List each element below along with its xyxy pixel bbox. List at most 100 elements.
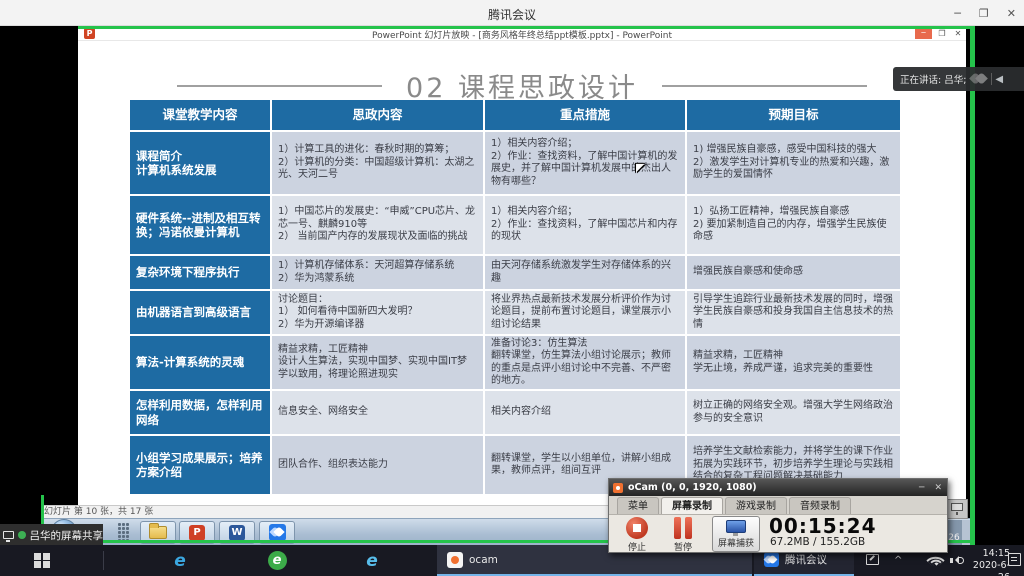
share-border-top — [78, 26, 975, 29]
meeting-task-icon — [764, 552, 779, 567]
meeting-titlebar: 腾讯会议 ─ ❐ ✕ — [0, 0, 1024, 26]
ocam-minimize-icon[interactable]: ─ — [914, 483, 929, 493]
ocam-window: oCam (0, 0, 1920, 1080) ─ ✕ 菜单屏幕录制游戏录制音频… — [608, 478, 948, 553]
table-cell: 精益求精，工匠精神 学无止境，养成严谨，追求完美的重要性 — [687, 336, 900, 389]
table-cell: 1) 增强民族自豪感，感受中国科技的强大 2）激发学生对计算机专业的热爱和兴趣，… — [687, 132, 900, 194]
ppt-restore-icon[interactable]: ❐ — [936, 29, 948, 38]
meeting-app-icon — [269, 524, 286, 541]
meeting-task-label: 腾讯会议 — [785, 552, 827, 567]
screen-share-icon — [3, 531, 14, 539]
presenter-view-icon — [951, 503, 963, 511]
meeting-window-controls: ─ ❐ ✕ — [954, 0, 1016, 26]
ie-icon: e — [366, 551, 378, 571]
stop-label: 停止 — [617, 540, 657, 553]
divider — [991, 73, 992, 85]
edge-taskbar-button[interactable]: e — [160, 545, 200, 576]
table-header-cell: 预期目标 — [687, 100, 900, 130]
folder-icon — [149, 526, 167, 539]
minimize-icon[interactable]: ─ — [954, 7, 961, 20]
table-cell: 相关内容介绍 — [485, 391, 685, 434]
browser-360-icon: e — [268, 551, 287, 570]
clock-time: 14:15 — [966, 548, 1010, 560]
table-cell: 树立正确的网络安全观。增强大学生网络政治参与的安全意识 — [687, 391, 900, 434]
ocam-titlebar: oCam (0, 0, 1920, 1080) ─ ✕ — [609, 479, 947, 496]
wifi-icon[interactable] — [928, 554, 944, 567]
ocam-close-icon[interactable]: ✕ — [929, 483, 947, 493]
edge-icon: e — [174, 551, 186, 571]
row-header-cell: 小组学习成果展示；培养方案介绍 — [130, 436, 270, 494]
ocam-tab-bar: 菜单屏幕录制游戏录制音频录制 — [609, 496, 947, 515]
stop-button[interactable]: 停止 — [617, 517, 657, 553]
table-header-cell: 重点措施 — [485, 100, 685, 130]
table-cell: 1）计算工具的进化：春秋时期的算筹； 2）计算机的分类：中国超级计算机：太湖之光… — [272, 132, 483, 194]
table-cell: 信息安全、网络安全 — [272, 391, 483, 434]
title-divider-left — [177, 85, 382, 87]
table-header-cell: 思政内容 — [272, 100, 483, 130]
table-cell: 团队合作、组织表达能力 — [272, 436, 483, 494]
slide-canvas: 02 课程思政设计 课堂教学内容思政内容重点措施预期目标课程简介 计算机系统发展… — [78, 41, 966, 516]
ocam-tab[interactable]: 屏幕录制 — [661, 497, 723, 514]
close-icon[interactable]: ✕ — [1007, 7, 1016, 20]
ocam-window-title: oCam (0, 0, 1920, 1080) — [628, 482, 914, 493]
row-header-cell: 怎样利用数据，怎样利用网络 — [130, 391, 270, 434]
table-cell: 讨论题目： 1） 如何看待中国新四大发明？ 2）华为开源编译器 — [272, 291, 483, 334]
share-banner: 吕华的屏幕共享 — [0, 524, 103, 546]
ocam-tab[interactable]: 游戏录制 — [725, 497, 787, 514]
desktop-screen: 腾讯会议 ─ ❐ ✕ P PowerPoint 幻灯片放映 - [商务风格年终总… — [0, 0, 1024, 576]
powerpoint-window-title: PowerPoint 幻灯片放映 - [商务风格年终总结ppt模板.pptx] … — [78, 28, 966, 41]
row-header-cell: 算法-计算系统的灵魂 — [130, 336, 270, 389]
row-header-cell: 由机器语言到高级语言 — [130, 291, 270, 334]
share-border-right — [970, 26, 975, 545]
mouse-cursor-icon: ◤ — [636, 161, 644, 174]
meeting-logo-icon — [970, 72, 990, 86]
stop-icon — [626, 517, 648, 539]
volume-icon[interactable] — [950, 555, 964, 566]
ocam-tab[interactable]: 音频录制 — [789, 497, 851, 514]
table-cell: 增强民族自豪感和使命感 — [687, 256, 900, 289]
meeting-window-title: 腾讯会议 — [0, 6, 1024, 23]
taskbar-clock[interactable]: 14:15 2020-6-26 — [966, 548, 1010, 576]
ocam-tab[interactable]: 菜单 — [617, 497, 659, 514]
browser-360-taskbar-button[interactable]: e — [257, 545, 297, 576]
pause-icon — [674, 517, 692, 539]
table-cell: 由天河存储系统激发学生对存储体系的兴趣 — [485, 256, 685, 289]
table-cell: 1）计算机存储体系：天河超算存储系统 2）华为鸿蒙系统 — [272, 256, 483, 289]
pause-button[interactable]: 暂停 — [663, 517, 703, 553]
taskbar-separator — [103, 551, 104, 570]
ocam-task-label: ocam — [469, 554, 498, 566]
powerpoint-icon: P — [189, 525, 205, 541]
presenter-view-button[interactable] — [946, 499, 968, 519]
capture-label: 屏幕捕获 — [713, 536, 759, 549]
ppt-close-icon[interactable]: ✕ — [952, 29, 964, 38]
ie-taskbar-button[interactable]: e — [352, 545, 392, 576]
word-icon: W — [229, 525, 245, 541]
share-banner-text: 吕华的屏幕共享 — [30, 528, 104, 543]
start-button[interactable] — [22, 545, 62, 576]
table-cell: 1）相关内容介绍； 2）作业：查找资料，了解中国芯片和内存的现状 — [485, 196, 685, 254]
maximize-icon[interactable]: ❐ — [979, 7, 989, 20]
shared-screen-area: P PowerPoint 幻灯片放映 - [商务风格年终总结ppt模板.pptx… — [0, 26, 1024, 545]
pause-label: 暂停 — [663, 540, 703, 553]
cast-icon[interactable] — [866, 554, 879, 565]
ocam-task-icon — [447, 552, 463, 568]
speaking-text: 正在讲话: 吕华; — [893, 72, 966, 86]
table-header-cell: 课堂教学内容 — [130, 100, 270, 130]
collapse-arrow-icon[interactable]: ◀ — [995, 74, 1008, 85]
table-cell: 准备讨论3：仿生算法 翻转课堂，仿生算法小组讨论展示；教师的重点是点评小组讨论中… — [485, 336, 685, 389]
table-cell: 将业界热点最新技术发展分析评价作为讨论题目，提前布置讨论题目，课堂展示小组讨论结… — [485, 291, 685, 334]
start-icon — [34, 553, 50, 569]
title-divider-right — [662, 85, 867, 87]
row-header-cell: 课程简介 计算机系统发展 — [130, 132, 270, 194]
action-center-icon[interactable] — [1008, 553, 1021, 566]
presenter-status-icon — [18, 531, 26, 539]
powerpoint-window: P PowerPoint 幻灯片放映 - [商务风格年终总结ppt模板.pptx… — [78, 26, 966, 516]
screen-capture-icon — [726, 520, 746, 533]
table-cell: 精益求精，工匠精神 设计人生算法，实现中国梦、实现中国IT梦 学以致用，将理论照… — [272, 336, 483, 389]
ocam-body: 停止 暂停 屏幕捕获 00:15:24 67.2MB / 155.2GB — [609, 515, 947, 554]
speaking-indicator: 正在讲话: 吕华; ◀ — [893, 67, 1024, 91]
recording-timer: 00:15:24 — [769, 514, 877, 538]
row-header-cell: 复杂环境下程序执行 — [130, 256, 270, 289]
table-cell: 1）中国芯片的发展史：“申威”CPU芯片、龙芯一号、麒麟910等 2） 当前国产… — [272, 196, 483, 254]
ocam-logo-icon — [613, 483, 623, 493]
screen-capture-button[interactable]: 屏幕捕获 — [712, 516, 760, 552]
